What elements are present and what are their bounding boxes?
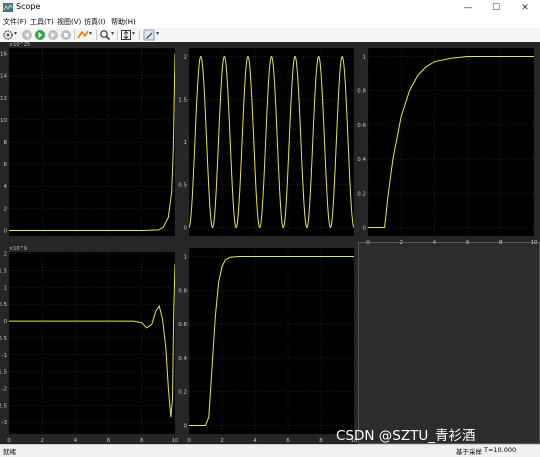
status-sample-mode: 基于采样 bbox=[456, 448, 482, 456]
step-forward-icon[interactable] bbox=[47, 29, 59, 41]
ytick-label: 1.5 bbox=[0, 269, 7, 275]
plot-bottom-center bbox=[188, 248, 355, 434]
axes-bottom-center[interactable] bbox=[188, 248, 355, 434]
close-button[interactable]: ✕ bbox=[511, 0, 539, 16]
plot-bottom-left bbox=[8, 252, 176, 434]
ytick-label: 16 bbox=[0, 52, 7, 58]
scope-app-icon bbox=[3, 3, 13, 12]
toolbar-separator bbox=[117, 30, 118, 40]
window-title: Scope bbox=[16, 2, 41, 11]
toolbar-separator bbox=[74, 30, 75, 40]
run-icon[interactable] bbox=[34, 29, 46, 41]
plot-top-left bbox=[8, 48, 176, 236]
zoom-dropdown-icon[interactable]: ▾ bbox=[111, 30, 114, 37]
menu-tools[interactable]: 工具(T) bbox=[30, 17, 54, 27]
watermark: CSDN @SZTU_青衫酒 bbox=[336, 428, 476, 444]
ytick-label: 1.5 bbox=[178, 97, 187, 103]
plot-top-center bbox=[188, 48, 355, 236]
status-ready: 就绪 bbox=[3, 448, 16, 456]
ytick-label: -2 bbox=[2, 387, 7, 393]
status-time: T=10.000 bbox=[484, 446, 517, 454]
settings-gear-icon[interactable] bbox=[2, 29, 14, 41]
ytick-label: 14 bbox=[0, 74, 7, 80]
ytick-label: -3 bbox=[2, 420, 8, 426]
ytick-label: 0.4 bbox=[178, 356, 187, 362]
axes-bottom-left[interactable] bbox=[8, 252, 176, 434]
edit-dropdown-icon[interactable]: ▾ bbox=[156, 30, 159, 37]
highlight-dropdown-icon[interactable]: ▾ bbox=[89, 30, 92, 37]
status-bar: 就绪 基于采样 T=10.000 bbox=[0, 444, 540, 457]
ytick-label: -1 bbox=[2, 353, 7, 359]
ytick-label: 2 bbox=[4, 206, 8, 212]
ytick-label: 2 bbox=[4, 252, 8, 258]
ytick-label: 1 bbox=[184, 254, 188, 260]
plot-top-right bbox=[367, 48, 535, 236]
minimize-button[interactable]: — bbox=[454, 0, 482, 16]
maximize-button[interactable]: ☐ bbox=[482, 0, 510, 16]
ytick-label: 0.5 bbox=[0, 302, 7, 308]
menu-bar: 文件(F) 工具(T) 视图(V) 仿真(I) 帮助(H) bbox=[0, 16, 540, 28]
ytick-label: 1 bbox=[184, 140, 188, 146]
ytick-label: 0 bbox=[363, 225, 367, 231]
series-line-3-0 bbox=[9, 263, 176, 418]
ytick-label: 0.2 bbox=[178, 390, 187, 396]
ytick-label: -0.5 bbox=[0, 336, 7, 342]
menu-view[interactable]: 视图(V) bbox=[57, 17, 81, 27]
menu-simulation[interactable]: 仿真(I) bbox=[84, 17, 106, 27]
highlight-icon[interactable] bbox=[77, 29, 89, 41]
ytick-label: 0.8 bbox=[178, 288, 187, 294]
zoom-icon[interactable] bbox=[99, 29, 111, 41]
toolbar-separator bbox=[96, 30, 97, 40]
toolbar: ▾ ▾ ▾ ▾ ▾ bbox=[0, 28, 540, 43]
empty-axes bbox=[358, 242, 540, 444]
ytick-label: 0.6 bbox=[178, 322, 187, 328]
series-line-4-0 bbox=[189, 255, 354, 427]
ytick-label: 0 bbox=[4, 228, 8, 234]
step-back-icon[interactable] bbox=[21, 29, 33, 41]
ytick-label: 4 bbox=[4, 184, 8, 190]
edit-icon[interactable] bbox=[143, 29, 155, 41]
title-bar: Scope — ☐ ✕ bbox=[0, 0, 540, 16]
ytick-label: -2.5 bbox=[0, 403, 7, 409]
ytick-label: 6 bbox=[4, 162, 8, 168]
series-line-2-0 bbox=[368, 56, 534, 228]
ytick-label: 0.5 bbox=[178, 183, 187, 189]
ytick-label: 0 bbox=[184, 225, 188, 231]
menu-file[interactable]: 文件(F) bbox=[3, 17, 27, 27]
settings-dropdown-icon[interactable]: ▾ bbox=[14, 30, 17, 37]
axes-top-center[interactable] bbox=[188, 48, 355, 236]
ytick-label: 10 bbox=[0, 118, 7, 124]
ytick-label: 0 bbox=[4, 319, 8, 325]
ytick-label: 1 bbox=[4, 285, 8, 291]
scope-canvas: 0 2 4 6 8 10 12 14 16 ×10^25 0 0.5 1 1.5 2 0 0.2 0.4 0.6 0.… bbox=[0, 42, 540, 444]
axes-top-right[interactable] bbox=[367, 48, 535, 236]
autoscale-icon[interactable] bbox=[120, 29, 132, 41]
autoscale-dropdown-icon[interactable]: ▾ bbox=[132, 30, 135, 37]
ytick-label: 1 bbox=[363, 55, 367, 61]
ytick-label: 12 bbox=[0, 96, 7, 102]
toolbar-separator bbox=[139, 30, 140, 40]
ytick-label: 0.4 bbox=[357, 157, 366, 163]
ytick-label: 2 bbox=[184, 55, 188, 61]
menu-help[interactable]: 帮助(H) bbox=[111, 17, 136, 27]
ytick-label: 0.2 bbox=[357, 191, 366, 197]
ytick-label: 8 bbox=[4, 140, 8, 146]
axes-top-left[interactable] bbox=[8, 48, 176, 236]
ytick-label: 0.8 bbox=[357, 89, 366, 95]
stop-icon[interactable] bbox=[60, 29, 72, 41]
ytick-label: -1.5 bbox=[0, 370, 7, 376]
ytick-label: 0.6 bbox=[357, 123, 366, 129]
ytick-label: 0 bbox=[184, 424, 188, 430]
